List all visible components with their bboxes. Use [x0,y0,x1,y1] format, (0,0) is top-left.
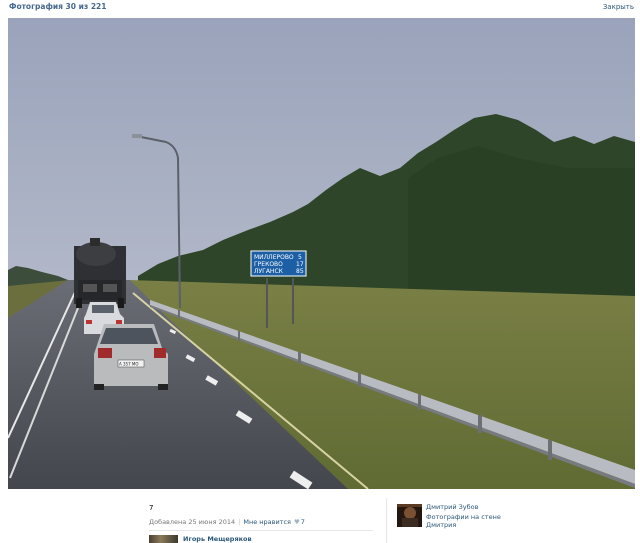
heart-icon[interactable]: ♥ [294,518,300,526]
owner-avatar-image [397,504,422,527]
sign-line-1-km: 5 [298,254,302,261]
owner-avatar[interactable] [397,504,422,527]
sign-line-1-place: МИЛЛЕРОВО [254,254,294,261]
tree-shading [408,146,635,308]
comment-avatar[interactable] [149,535,178,543]
silver-sedan: А 357 МО [94,324,168,390]
sign-line-3-km: 85 [296,268,304,275]
photo-image[interactable]: МИЛЛЕРОВО 5 ГРЕКОВО 17 ЛУГАНСК 85 А 357 … [8,18,635,489]
close-button[interactable]: Закрыть [603,3,634,11]
photo-scene: МИЛЛЕРОВО 5 ГРЕКОВО 17 ЛУГАНСК 85 А 357 … [8,18,635,489]
car-plate: А 357 МО [119,362,139,367]
album-link-owner[interactable]: Дмитрия [426,521,456,529]
meta-separator: | [238,518,241,526]
lamp-head [132,134,142,138]
sign-line-3-place: ЛУГАНСК [254,268,284,275]
photo-info: 7 Добавлена 25 июня 2014 | Мне нравится ♥7 … [0,490,640,543]
sign-line-2-place: ГРЕКОВО [254,261,283,268]
added-date: Добавлена 25 июня 2014 [149,518,236,526]
photo-caption: 7 [149,504,154,512]
divider [149,530,373,531]
like-button[interactable]: Мне нравится [243,518,291,526]
column-divider [386,498,387,543]
comment-author-link[interactable]: Игорь Мещеряков [183,535,252,543]
owner-name-link[interactable]: Дмитрий Зубов [426,503,478,511]
photo-counter: Фотография 30 из 221 [9,2,107,11]
likes-count[interactable]: 7 [301,518,305,526]
sign-line-2-km: 17 [296,261,304,268]
photo-viewer-header: Фотография 30 из 221 Закрыть [0,0,640,17]
photo-meta: Добавлена 25 июня 2014 | Мне нравится ♥7 [149,518,305,526]
military-truck [74,238,126,308]
album-link[interactable]: Фотографии на стене [426,513,501,521]
